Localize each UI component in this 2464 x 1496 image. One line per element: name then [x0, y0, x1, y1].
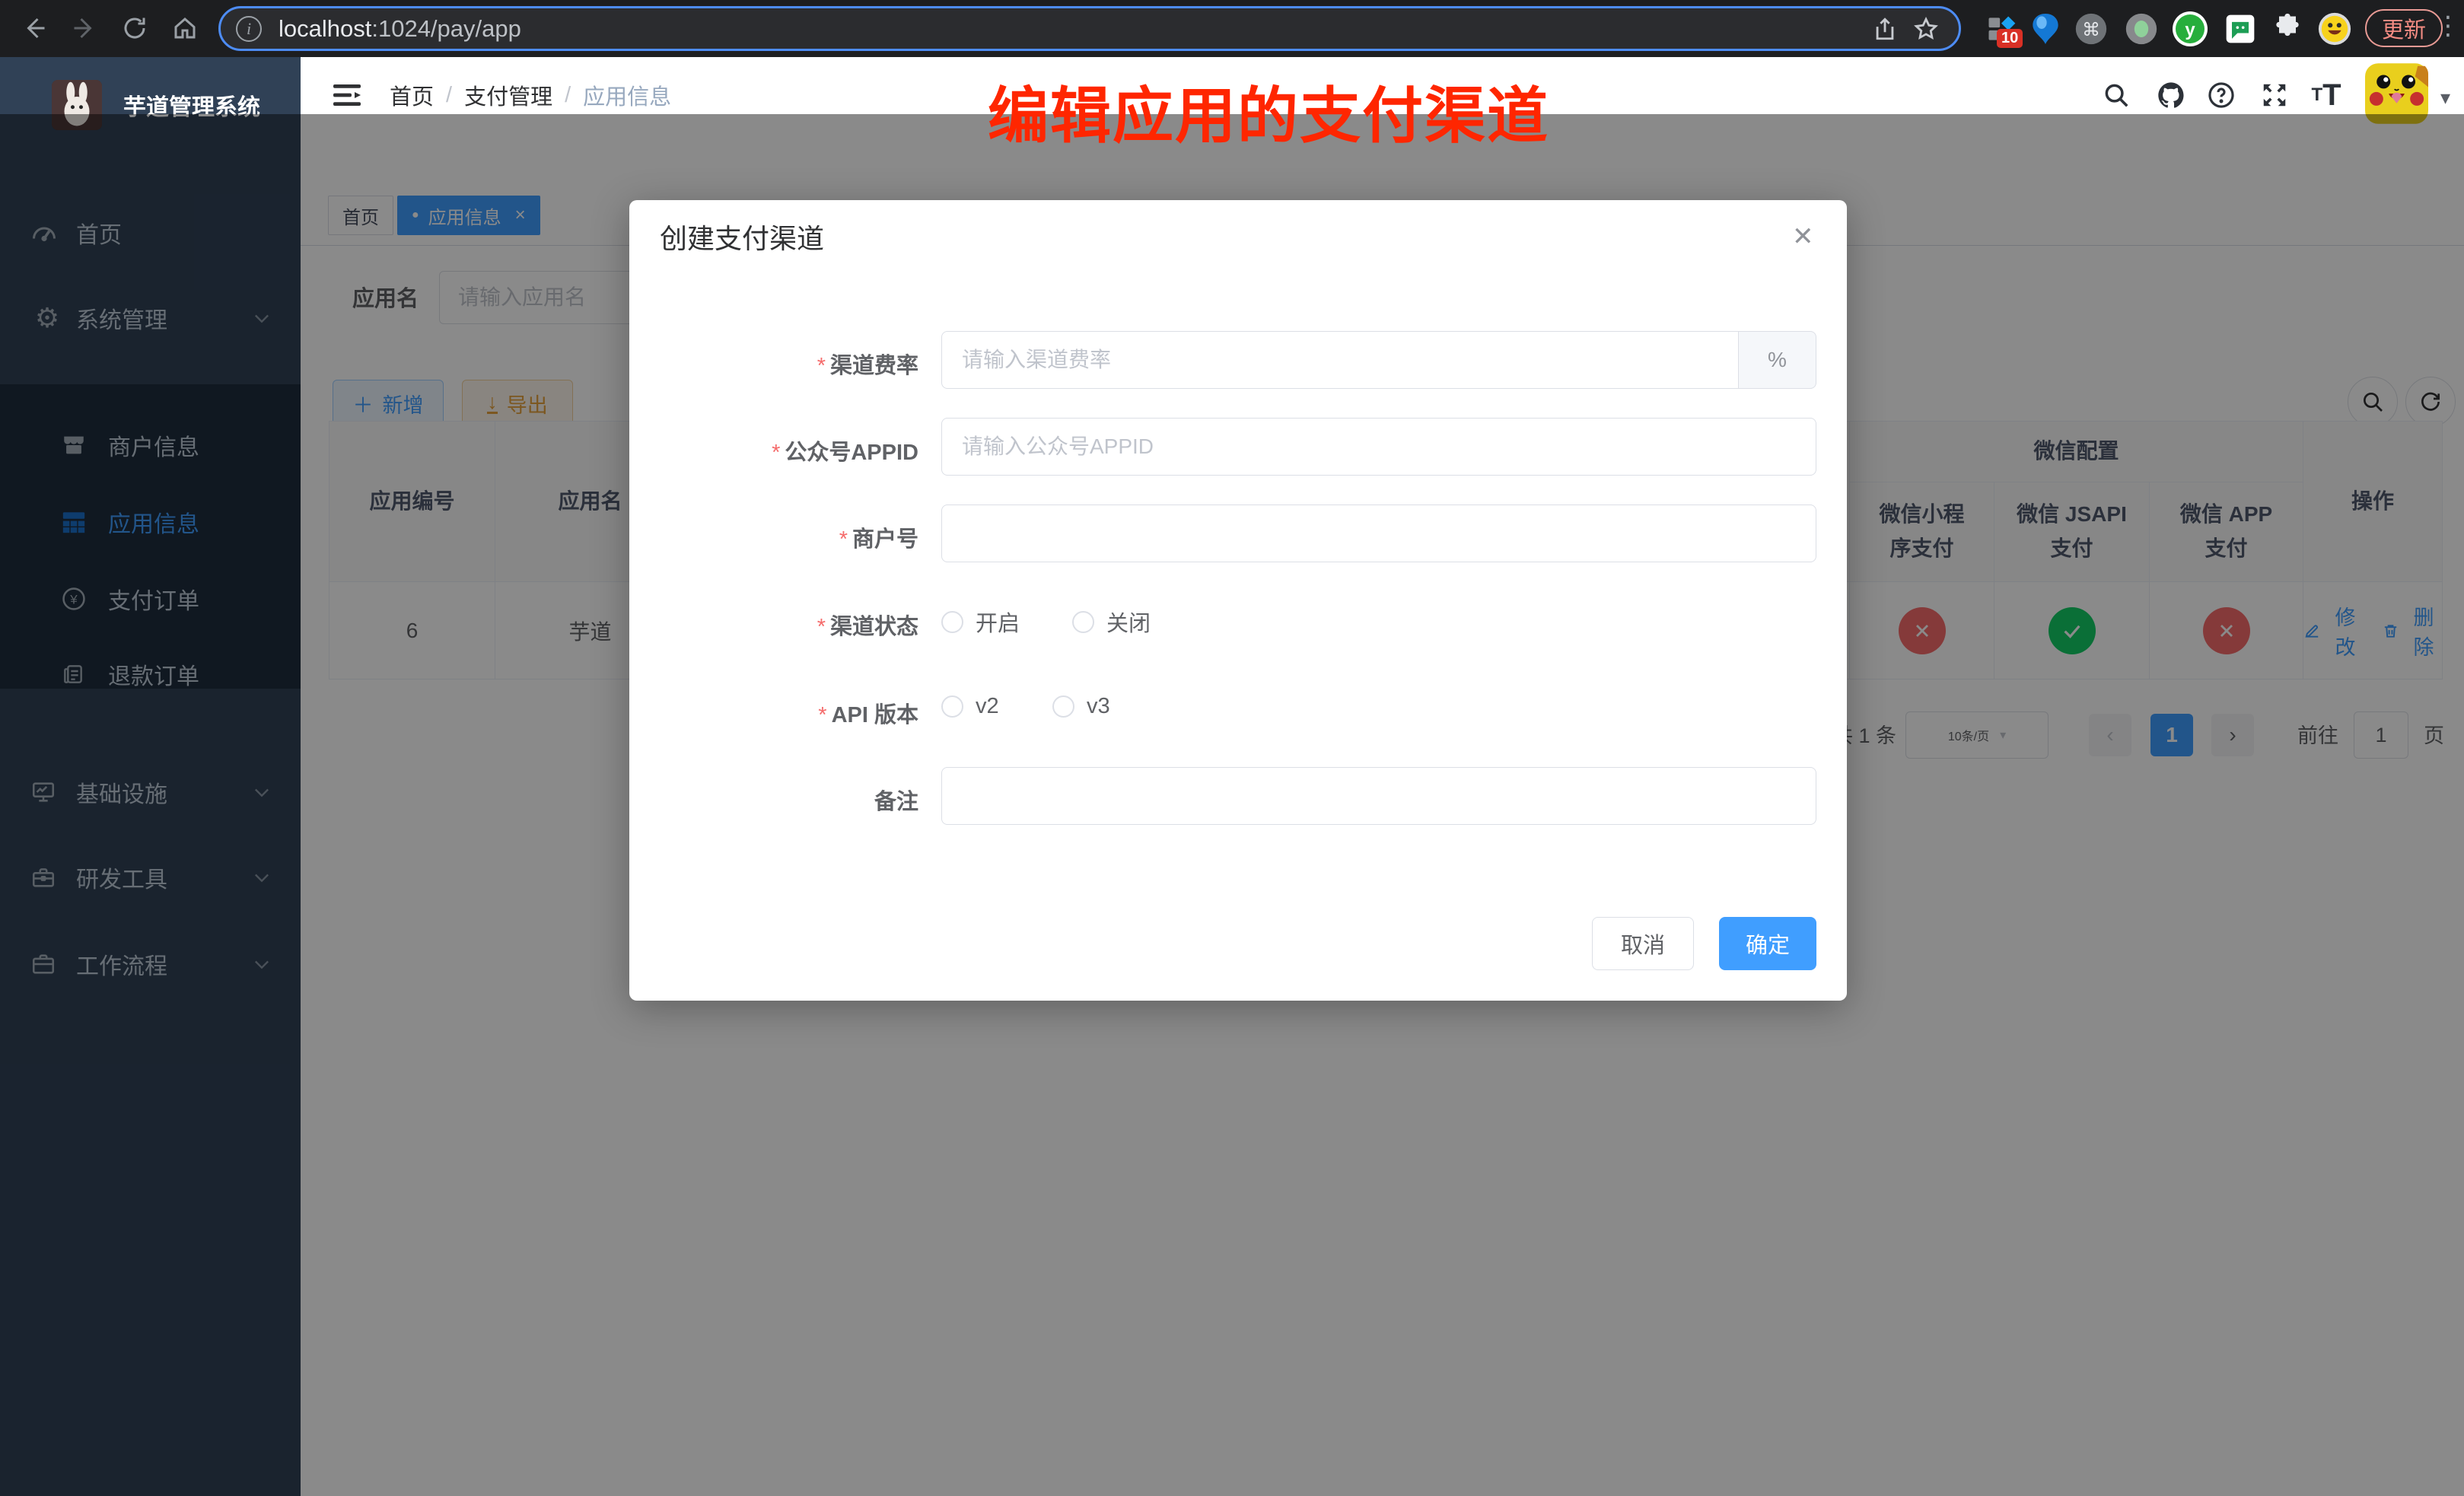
browser-back-icon[interactable]: [17, 11, 52, 46]
status-label: *渠道状态: [645, 609, 918, 641]
help-icon[interactable]: [2201, 75, 2241, 115]
cancel-button[interactable]: 取消: [1592, 917, 1694, 970]
extension-balloon-icon[interactable]: [2026, 9, 2065, 49]
extension-command-icon[interactable]: ⌘: [2071, 9, 2111, 49]
breadcrumb-separator: /: [446, 83, 452, 108]
browser-home-icon[interactable]: [167, 11, 202, 46]
breadcrumb-home[interactable]: 首页: [390, 79, 434, 111]
url-bar[interactable]: i localhost:1024/pay/app: [218, 6, 1961, 51]
breadcrumb-parent[interactable]: 支付管理: [464, 79, 552, 111]
url-text: localhost:1024/pay/app: [279, 15, 521, 43]
rate-label: *渠道费率: [645, 348, 918, 380]
extension-puzzle-icon[interactable]: [2268, 9, 2307, 49]
fullscreen-icon[interactable]: [2255, 75, 2294, 115]
merchant-input[interactable]: [941, 505, 1816, 562]
remark-label: 备注: [645, 784, 918, 816]
header-search-icon[interactable]: [2096, 75, 2136, 115]
avatar-caret-icon[interactable]: ▾: [2440, 86, 2450, 110]
site-info-icon[interactable]: i: [236, 16, 262, 42]
browser-forward-icon[interactable]: [67, 11, 102, 46]
dialog-title: 创建支付渠道: [660, 217, 824, 256]
create-channel-dialog: 创建支付渠道 ✕ *渠道费率 % *公众号APPID *商户号 *渠道状态 开启…: [629, 200, 1847, 1001]
close-icon[interactable]: ✕: [1792, 221, 1814, 252]
annotation-text: 编辑应用的支付渠道: [988, 67, 1549, 155]
api-version-label: *API 版本: [645, 697, 918, 729]
appid-input[interactable]: [941, 418, 1816, 476]
appid-label: *公众号APPID: [645, 434, 918, 466]
dialog-footer: 取消 确定: [629, 908, 1847, 1001]
status-on-radio[interactable]: 开启: [941, 606, 1020, 638]
svg-text:y: y: [2185, 20, 2195, 40]
breadcrumb-current: 应用信息: [583, 79, 671, 111]
radio-circle-icon: [941, 695, 963, 718]
radio-circle-icon: [941, 611, 963, 633]
browser-chrome: i localhost:1024/pay/app 10 ⌘ y: [0, 0, 2464, 57]
extension-tabs-icon[interactable]: 10: [1982, 9, 2021, 49]
rate-percent-append: %: [1739, 331, 1816, 389]
breadcrumb-separator: /: [565, 83, 571, 108]
github-icon[interactable]: [2151, 75, 2191, 115]
radio-circle-icon: [1052, 695, 1074, 718]
extension-emoji-icon[interactable]: [2315, 9, 2354, 49]
extension-y-icon[interactable]: y: [2170, 9, 2210, 49]
browser-menu-icon[interactable]: ⋮: [2435, 11, 2461, 41]
page: i localhost:1024/pay/app 10 ⌘ y: [0, 0, 2464, 1496]
browser-reload-icon[interactable]: [117, 11, 152, 46]
rate-input[interactable]: [941, 331, 1739, 389]
merchant-label: *商户号: [645, 521, 918, 553]
sidebar-toggle-icon[interactable]: [329, 77, 365, 113]
bookmark-star-icon[interactable]: [1908, 11, 1944, 46]
radio-circle-icon: [1072, 611, 1094, 633]
svg-text:⌘: ⌘: [2082, 19, 2100, 40]
font-size-icon[interactable]: TT: [2306, 75, 2346, 115]
extension-badge: 10: [1997, 29, 2023, 48]
share-icon[interactable]: [1867, 11, 1902, 46]
extension-dot-icon[interactable]: [2122, 9, 2161, 49]
api-v3-radio[interactable]: v3: [1052, 694, 1110, 719]
app-viewport: 芋道管理系统 首页 ⚙ 系统管理 ¥ 支付管理: [0, 57, 2464, 1496]
extension-chat-icon[interactable]: [2220, 9, 2260, 49]
confirm-button[interactable]: 确定: [1719, 917, 1816, 970]
api-v2-radio[interactable]: v2: [941, 694, 999, 719]
status-off-radio[interactable]: 关闭: [1072, 606, 1151, 638]
browser-update-button[interactable]: 更新: [2365, 9, 2443, 47]
remark-input[interactable]: [941, 767, 1816, 825]
